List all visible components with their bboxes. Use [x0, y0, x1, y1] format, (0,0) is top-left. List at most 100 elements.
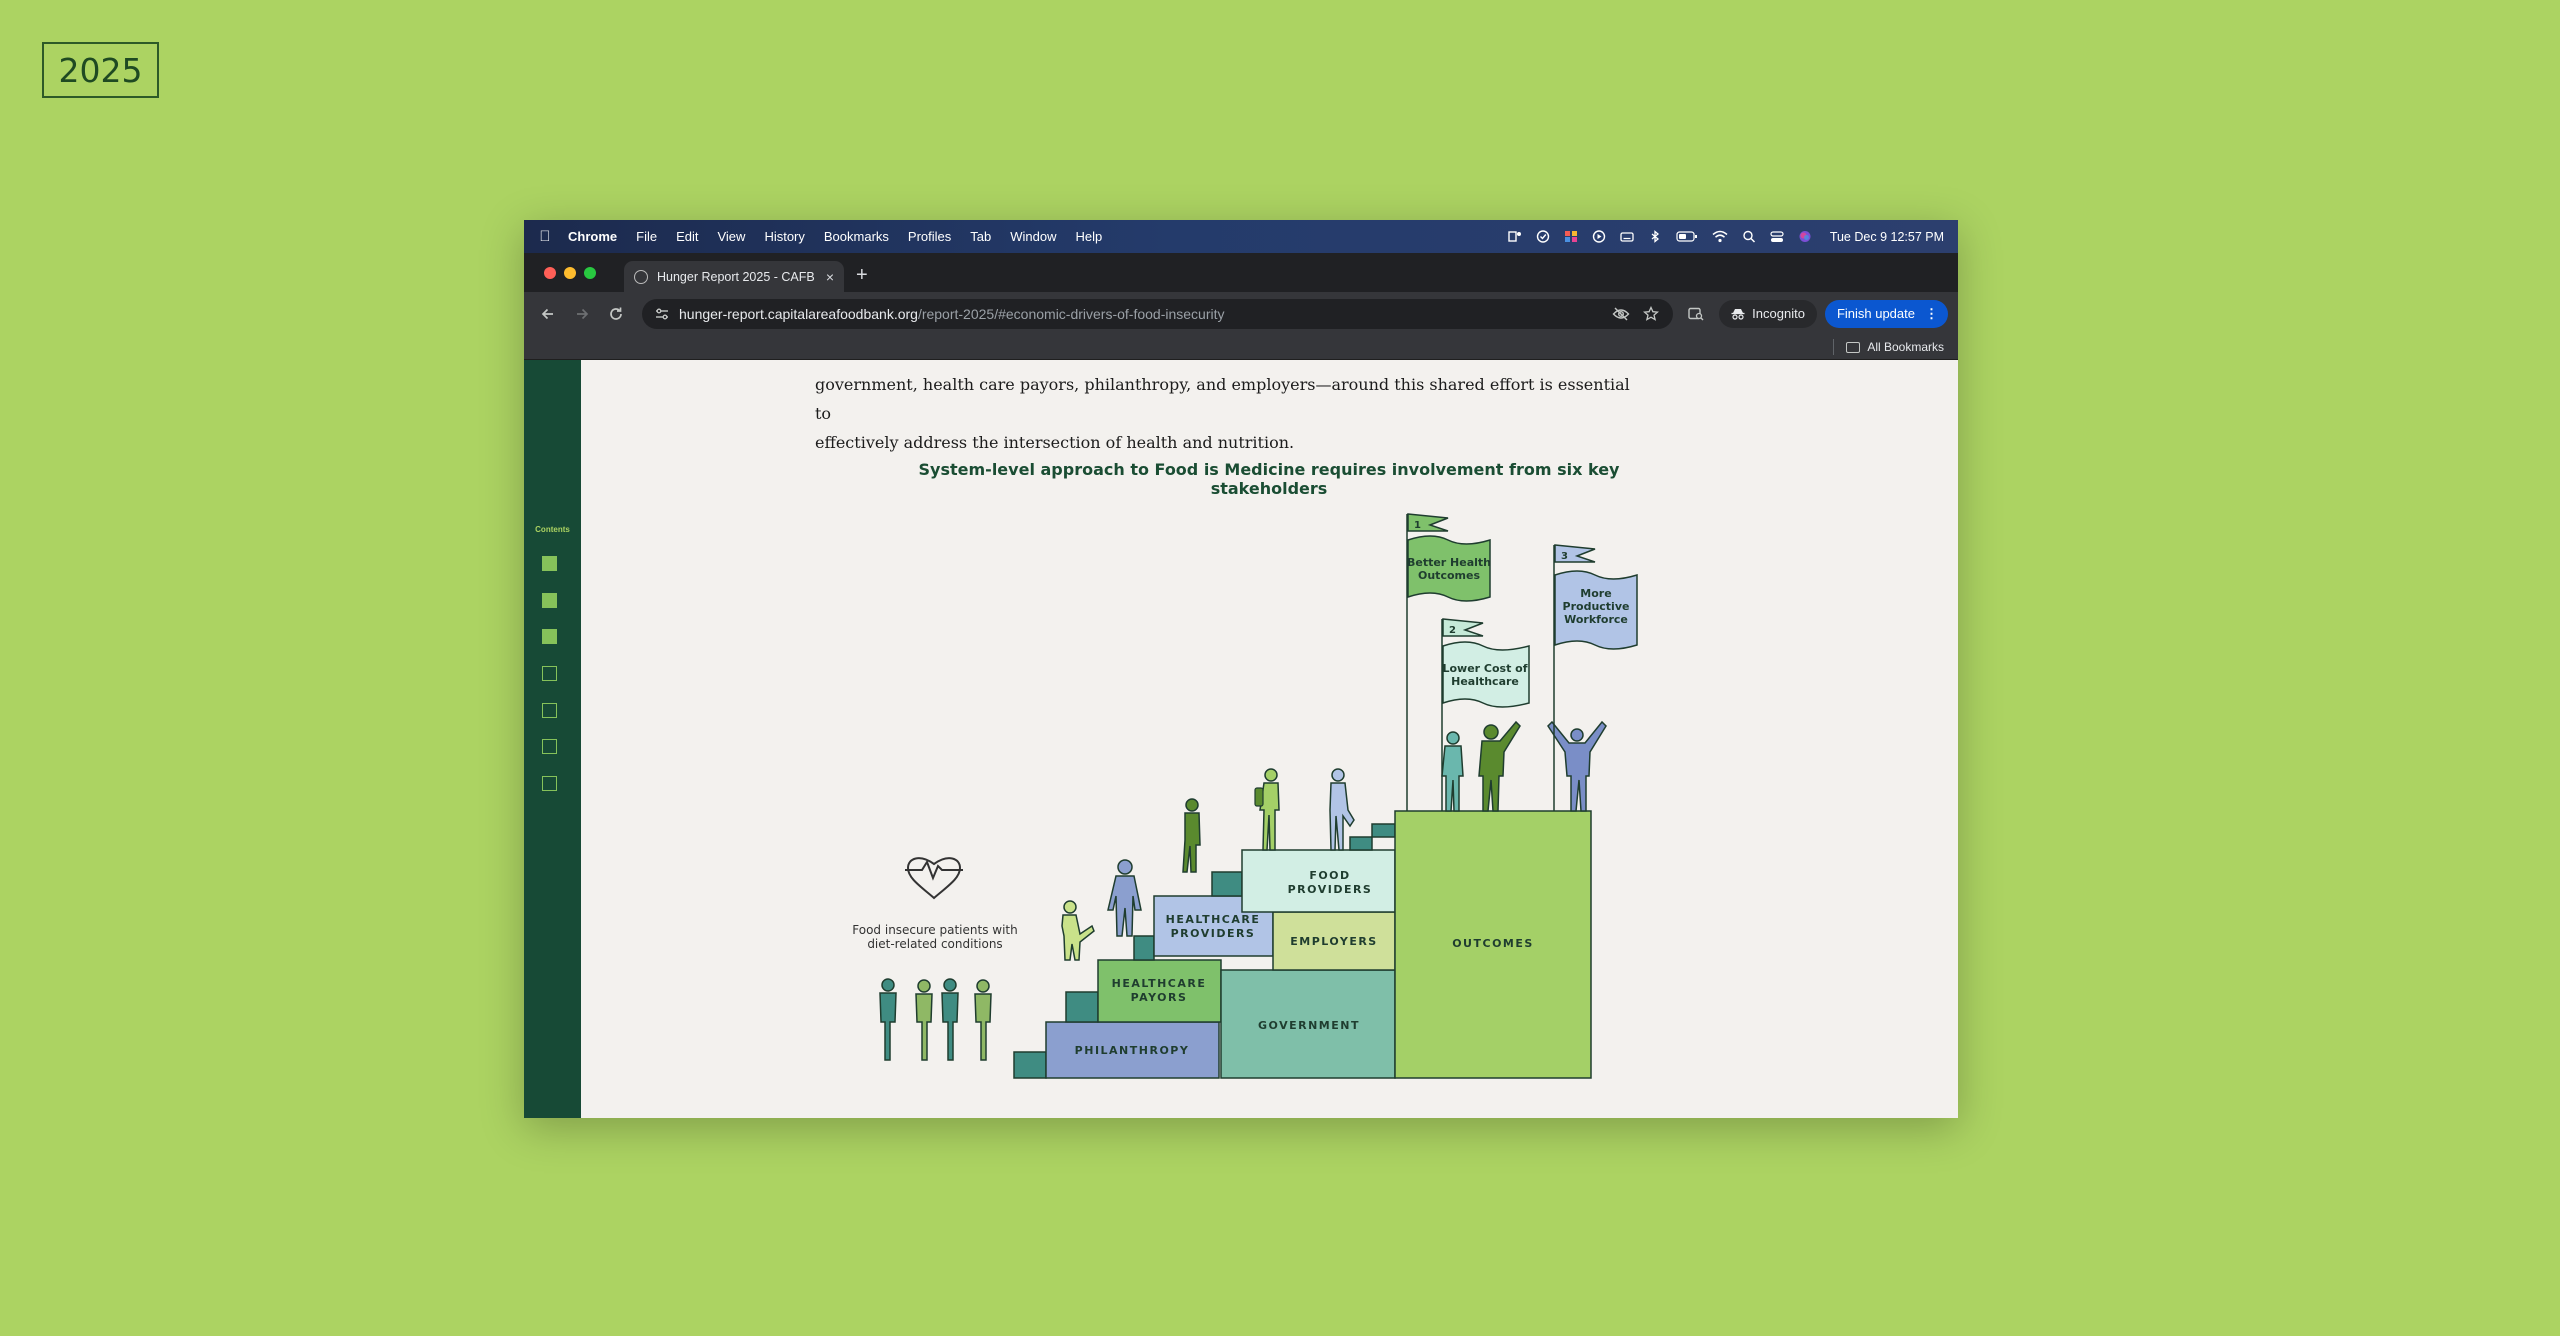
menu-edit[interactable]: Edit: [676, 229, 698, 244]
stakeholder-illustration: Food insecure patients with diet-related…: [852, 513, 1638, 1079]
heartbeat-icon: [905, 857, 963, 900]
step: [1349, 836, 1373, 851]
finish-update-button[interactable]: Finish update ⋮: [1824, 299, 1948, 328]
menu-view[interactable]: View: [717, 229, 745, 244]
globe-icon: [634, 269, 648, 284]
patient-figure: [974, 979, 992, 1061]
label-healthcare-payors-1: HEALTHCARE: [1112, 977, 1207, 990]
label-food-providers-1: FOOD: [1309, 869, 1350, 882]
menu-bookmarks[interactable]: Bookmarks: [824, 229, 889, 244]
step: [1133, 935, 1155, 961]
siri-icon[interactable]: [1798, 230, 1812, 243]
tab-search-icon[interactable]: [1683, 301, 1709, 327]
flag-1-number: 1: [1414, 520, 1421, 531]
address-bar[interactable]: hunger-report.capitalareafoodbank.org/re…: [642, 298, 1674, 329]
patients-figures: [879, 978, 992, 1061]
eye-slash-icon[interactable]: [1611, 304, 1631, 324]
incognito-label: Incognito: [1752, 306, 1805, 321]
year-badge: 2025: [42, 42, 159, 98]
keyboard-icon[interactable]: [1620, 230, 1634, 243]
label-outcomes: OUTCOMES: [1452, 937, 1534, 950]
tab-close-icon[interactable]: ×: [826, 269, 834, 285]
menu-chrome[interactable]: Chrome: [568, 229, 617, 244]
label-healthcare-payors-2: PAYORS: [1131, 991, 1188, 1004]
colorful-app-icon[interactable]: [1564, 230, 1578, 243]
play-circle-icon[interactable]: [1592, 230, 1606, 243]
flag-3-line3: Workforce: [1564, 613, 1628, 626]
minimize-window-button[interactable]: [564, 267, 576, 279]
menu-help[interactable]: Help: [1076, 229, 1103, 244]
label-healthcare-providers-1: HEALTHCARE: [1166, 913, 1261, 926]
menubar-status-area: Tue Dec 9 12:57 PM: [1508, 230, 1944, 244]
reload-icon: [610, 307, 622, 320]
arrow-right-icon: [577, 308, 589, 319]
climber-figure: [1254, 768, 1280, 851]
bookmarks-bar: All Bookmarks: [524, 335, 1958, 360]
bookmarks-separator: [1833, 339, 1835, 355]
patient-figure: [915, 979, 933, 1061]
flag-2-line2: Healthcare: [1451, 675, 1519, 688]
patient-figure: [879, 978, 897, 1061]
browser-window:  Chrome File Edit View History Bookmark…: [524, 220, 1958, 1118]
menu-tab[interactable]: Tab: [970, 229, 991, 244]
label-employers: EMPLOYERS: [1290, 935, 1377, 948]
zoom-window-button[interactable]: [584, 267, 596, 279]
tab-strip: Hunger Report 2025 - CAFB × +: [524, 253, 1958, 292]
bookmark-star-icon[interactable]: [1641, 304, 1661, 324]
url-text: hunger-report.capitalareafoodbank.org/re…: [679, 306, 1601, 322]
bluetooth-icon[interactable]: [1648, 230, 1662, 243]
step: [1371, 823, 1396, 838]
incognito-icon: [1731, 308, 1745, 320]
flag-1-line2: Outcomes: [1418, 569, 1480, 582]
apple-icon[interactable]: : [538, 228, 552, 245]
all-bookmarks-link[interactable]: All Bookmarks: [1867, 340, 1944, 354]
flag-1-line1: Better Health: [1407, 556, 1491, 569]
url-host: hunger-report.capitalareafoodbank.org: [679, 305, 918, 322]
forward-button[interactable]: [568, 300, 596, 328]
tab-hunger-report[interactable]: Hunger Report 2025 - CAFB ×: [624, 261, 844, 292]
step: [1211, 871, 1243, 897]
label-government: GOVERNMENT: [1258, 1019, 1360, 1032]
stakeholder-blocks: PHILANTHROPY HEALTHCARE PAYORS HEALTHCAR…: [1013, 810, 1592, 1079]
control-center-icon[interactable]: [1770, 230, 1784, 243]
reload-button[interactable]: [602, 300, 630, 328]
spotlight-search-icon[interactable]: [1742, 230, 1756, 243]
site-settings-icon[interactable]: [654, 307, 670, 321]
menu-history[interactable]: History: [764, 229, 804, 244]
more-vert-icon[interactable]: ⋮: [1925, 306, 1938, 322]
climber-figure: [1107, 859, 1142, 937]
vpn-icon[interactable]: [1508, 230, 1522, 243]
wifi-icon[interactable]: [1712, 230, 1728, 243]
label-healthcare-providers-2: PROVIDERS: [1171, 927, 1256, 940]
menu-profiles[interactable]: Profiles: [908, 229, 951, 244]
new-tab-button[interactable]: +: [856, 264, 868, 287]
flag-3-line1: More: [1580, 587, 1611, 600]
battery-icon[interactable]: [1676, 230, 1698, 243]
celebrating-figure: [1441, 731, 1464, 812]
step-base: [1013, 1051, 1047, 1079]
flag-3-number: 3: [1561, 551, 1568, 562]
finish-update-label: Finish update: [1836, 306, 1915, 321]
menubar-clock[interactable]: Tue Dec 9 12:57 PM: [1830, 230, 1944, 244]
menu-file[interactable]: File: [636, 229, 657, 244]
flag-3-line2: Productive: [1563, 600, 1630, 613]
patient-figure: [941, 978, 959, 1061]
flag-2-number: 2: [1449, 625, 1456, 636]
menu-window[interactable]: Window: [1010, 229, 1056, 244]
url-path: /report-2025/#economic-drivers-of-food-i…: [917, 305, 1225, 322]
close-window-button[interactable]: [544, 267, 556, 279]
browser-toolbar: hunger-report.capitalareafoodbank.org/re…: [524, 292, 1958, 335]
celebrating-figure: [1547, 720, 1607, 812]
back-button[interactable]: [534, 300, 562, 328]
window-controls: [544, 267, 596, 279]
label-philanthropy: PHILANTHROPY: [1075, 1044, 1190, 1057]
celebrating-figure: [1478, 720, 1521, 812]
incognito-indicator[interactable]: Incognito: [1719, 299, 1817, 328]
check-circle-icon[interactable]: [1536, 230, 1550, 243]
mac-menubar:  Chrome File Edit View History Bookmark…: [524, 220, 1958, 253]
flag-2-line1: Lower Cost of: [1442, 662, 1527, 675]
patients-caption-line2: diet-related conditions: [867, 937, 1002, 951]
climber-figure: [1182, 798, 1201, 873]
arrow-left-icon: [541, 308, 553, 319]
folder-icon: [1846, 341, 1861, 353]
